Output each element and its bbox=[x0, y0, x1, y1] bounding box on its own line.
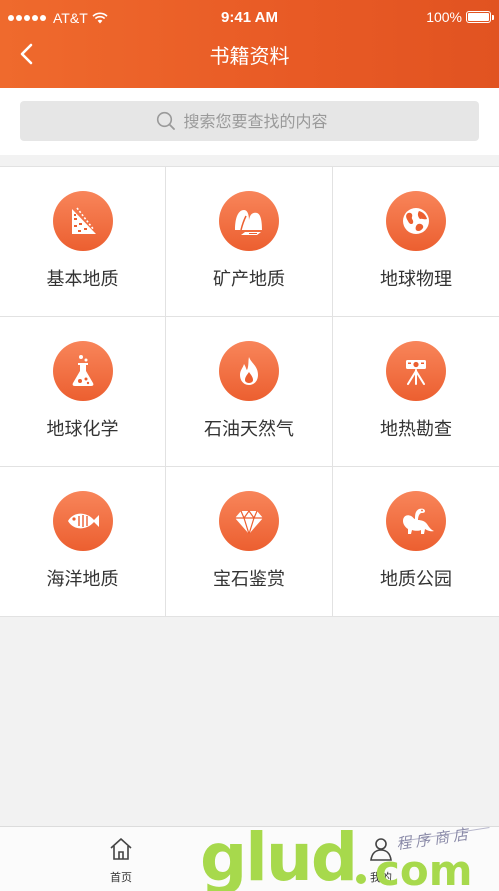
category-marine-geology[interactable]: 海洋地质 bbox=[0, 467, 166, 617]
category-basic-geology[interactable]: 基本地质 bbox=[0, 167, 166, 317]
tab-mine-label: 我的 bbox=[370, 871, 392, 884]
status-bar: AT&T 9:41 AM 100% bbox=[0, 0, 499, 36]
tab-home[interactable]: 首页 bbox=[91, 835, 151, 885]
dinosaur-icon bbox=[386, 491, 446, 551]
flame-icon bbox=[219, 341, 279, 401]
header: AT&T 9:41 AM 100% 书籍资料 bbox=[0, 0, 499, 88]
category-label: 地球化学 bbox=[46, 419, 119, 440]
category-geophysics[interactable]: 地球物理 bbox=[333, 167, 499, 317]
category-geopark[interactable]: 地质公园 bbox=[333, 467, 499, 617]
home-icon bbox=[110, 838, 132, 860]
tab-bar: 首页 我的 bbox=[0, 826, 499, 891]
mineral-mountain-icon bbox=[219, 191, 279, 251]
category-oil-gas[interactable]: 石油天然气 bbox=[166, 317, 333, 467]
diamond-icon bbox=[219, 491, 279, 551]
flask-icon bbox=[52, 341, 113, 401]
category-label: 地球物理 bbox=[380, 269, 452, 290]
category-label: 地质公园 bbox=[380, 569, 452, 590]
category-label: 石油天然气 bbox=[204, 419, 294, 440]
battery-percent: 100% bbox=[426, 9, 462, 25]
globe-icon bbox=[386, 191, 446, 251]
rock-strata-icon bbox=[52, 191, 113, 251]
category-label: 矿产地质 bbox=[213, 269, 285, 290]
status-time: 9:41 AM bbox=[221, 9, 278, 26]
user-icon bbox=[370, 838, 392, 861]
category-grid: 基本地质 矿产地质 地球物理 地球化学 石油天然气 地热勘查 海洋地质 宝石鉴赏… bbox=[0, 166, 499, 617]
search-bar[interactable] bbox=[20, 101, 479, 141]
category-label: 地热勘查 bbox=[380, 419, 452, 440]
fish-icon bbox=[52, 491, 113, 551]
tab-home-label: 首页 bbox=[110, 871, 132, 884]
search-icon bbox=[156, 111, 175, 130]
category-geothermal[interactable]: 地热勘查 bbox=[333, 317, 499, 467]
battery-icon bbox=[466, 11, 494, 23]
survey-instrument-icon bbox=[386, 341, 446, 401]
category-label: 宝石鉴赏 bbox=[213, 569, 285, 590]
search-input[interactable] bbox=[183, 111, 344, 131]
tab-mine[interactable]: 我的 bbox=[351, 835, 411, 885]
status-right: 100% bbox=[426, 9, 494, 25]
category-label: 基本地质 bbox=[46, 269, 119, 290]
page-title: 书籍资料 bbox=[209, 44, 290, 68]
category-label: 海洋地质 bbox=[46, 569, 119, 590]
category-gemstone[interactable]: 宝石鉴赏 bbox=[166, 467, 333, 617]
category-geochemistry[interactable]: 地球化学 bbox=[0, 317, 166, 467]
category-mineral-geology[interactable]: 矿产地质 bbox=[166, 167, 333, 317]
search-section bbox=[0, 88, 499, 155]
